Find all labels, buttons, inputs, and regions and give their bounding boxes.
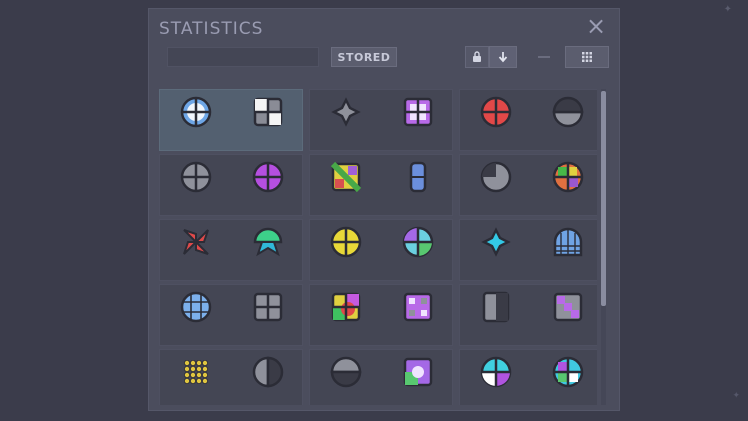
background-sparkle-icon: ✦ (723, 4, 732, 15)
square-cross-purple-icon (403, 97, 433, 127)
circle-grid-blue-icon (180, 291, 212, 323)
item-slot[interactable] (460, 220, 532, 282)
item-cell (159, 349, 303, 405)
item-slot[interactable] (532, 285, 597, 347)
item-slot[interactable] (310, 285, 382, 347)
quad-white-gray-icon (253, 97, 283, 127)
item-slot[interactable] (310, 90, 382, 152)
dots-yellow-icon (184, 360, 208, 384)
item-slot[interactable] (232, 90, 304, 152)
stored-button[interactable]: STORED (331, 47, 397, 67)
item-slot[interactable] (232, 155, 304, 217)
circle-cross-blue-icon (180, 96, 212, 128)
item-cell (159, 219, 303, 281)
circle-cross-gray-icon (180, 161, 212, 193)
item-slot[interactable] (532, 155, 597, 217)
item-slot[interactable] (532, 220, 597, 282)
half-circle-gray-icon (252, 356, 284, 388)
item-slot[interactable] (160, 90, 232, 152)
item-cell (159, 284, 303, 346)
item-slot[interactable] (460, 350, 532, 405)
item-slot[interactable] (232, 220, 304, 282)
quad-gray-icon (253, 292, 283, 322)
lock-icon[interactable] (465, 46, 489, 68)
pinwheel-red-icon (183, 229, 209, 255)
half-dark-gray-icon (552, 96, 584, 128)
item-cell (159, 154, 303, 216)
item-slot[interactable] (382, 90, 454, 152)
mushroom-green-cyan-icon (253, 227, 283, 257)
panel-title: STATISTICS (159, 19, 264, 39)
item-slot[interactable] (160, 220, 232, 282)
item-slot[interactable] (232, 285, 304, 347)
download-arrow-icon[interactable] (489, 46, 517, 68)
item-slot[interactable] (460, 155, 532, 217)
item-slot[interactable] (160, 285, 232, 347)
background-sparkle-icon: ✦ (732, 391, 740, 401)
item-cell (459, 154, 597, 216)
item-slot[interactable] (382, 220, 454, 282)
grid-view-icon[interactable] (565, 46, 609, 68)
item-slot[interactable] (382, 155, 454, 217)
item-slot[interactable] (382, 285, 454, 347)
half-dome-gray-icon (330, 356, 362, 388)
item-cell (309, 284, 453, 346)
circle-cross-purple-icon (252, 161, 284, 193)
item-cell (309, 89, 453, 151)
item-cell (309, 349, 453, 405)
pixel-purple-icon (403, 292, 433, 322)
item-slot[interactable] (160, 155, 232, 217)
capsule-blue-icon (409, 161, 427, 193)
circle-split-cyan-purple-icon (480, 356, 512, 388)
statistics-panel: STATISTICS × STORED (148, 8, 620, 411)
swirl-purple-green-2-icon (403, 357, 433, 387)
split-gray-icon (482, 291, 510, 323)
scrollbar[interactable] (601, 89, 606, 405)
mosaic-multicolor-icon (330, 161, 362, 193)
circle-cross-yellow-icon (330, 226, 362, 258)
item-slot[interactable] (382, 350, 454, 405)
item-cell (159, 89, 303, 151)
item-slot[interactable] (310, 220, 382, 282)
item-cell (459, 219, 597, 281)
star-gray-icon (331, 97, 361, 127)
item-grid (159, 89, 597, 405)
close-icon[interactable]: × (585, 14, 607, 38)
mosaic-circle-multicolor-icon (552, 161, 584, 193)
item-cell (309, 154, 453, 216)
pixel-purple-gray-icon (553, 292, 583, 322)
item-slot[interactable] (460, 90, 532, 152)
item-cell (309, 219, 453, 281)
circle-cross-red-icon (480, 96, 512, 128)
pie-gray-icon (480, 161, 512, 193)
item-slot[interactable] (160, 350, 232, 405)
item-slot[interactable] (232, 350, 304, 405)
quad-multicolor-icon (331, 292, 361, 322)
item-cell (459, 284, 597, 346)
dome-grid-blue-icon (553, 227, 583, 257)
scrollbar-thumb[interactable] (601, 91, 606, 306)
search-input[interactable] (167, 47, 319, 67)
item-cell (459, 89, 597, 151)
item-slot[interactable] (310, 350, 382, 405)
item-cell (459, 349, 597, 405)
item-slot[interactable] (532, 90, 597, 152)
mosaic-circle-cyan-icon (552, 356, 584, 388)
item-slot[interactable] (310, 155, 382, 217)
star-cyan-icon (481, 227, 511, 257)
item-slot[interactable] (460, 285, 532, 347)
swirl-purple-green-icon (402, 226, 434, 258)
item-slot[interactable] (532, 350, 597, 405)
list-view-icon[interactable] (529, 46, 559, 68)
